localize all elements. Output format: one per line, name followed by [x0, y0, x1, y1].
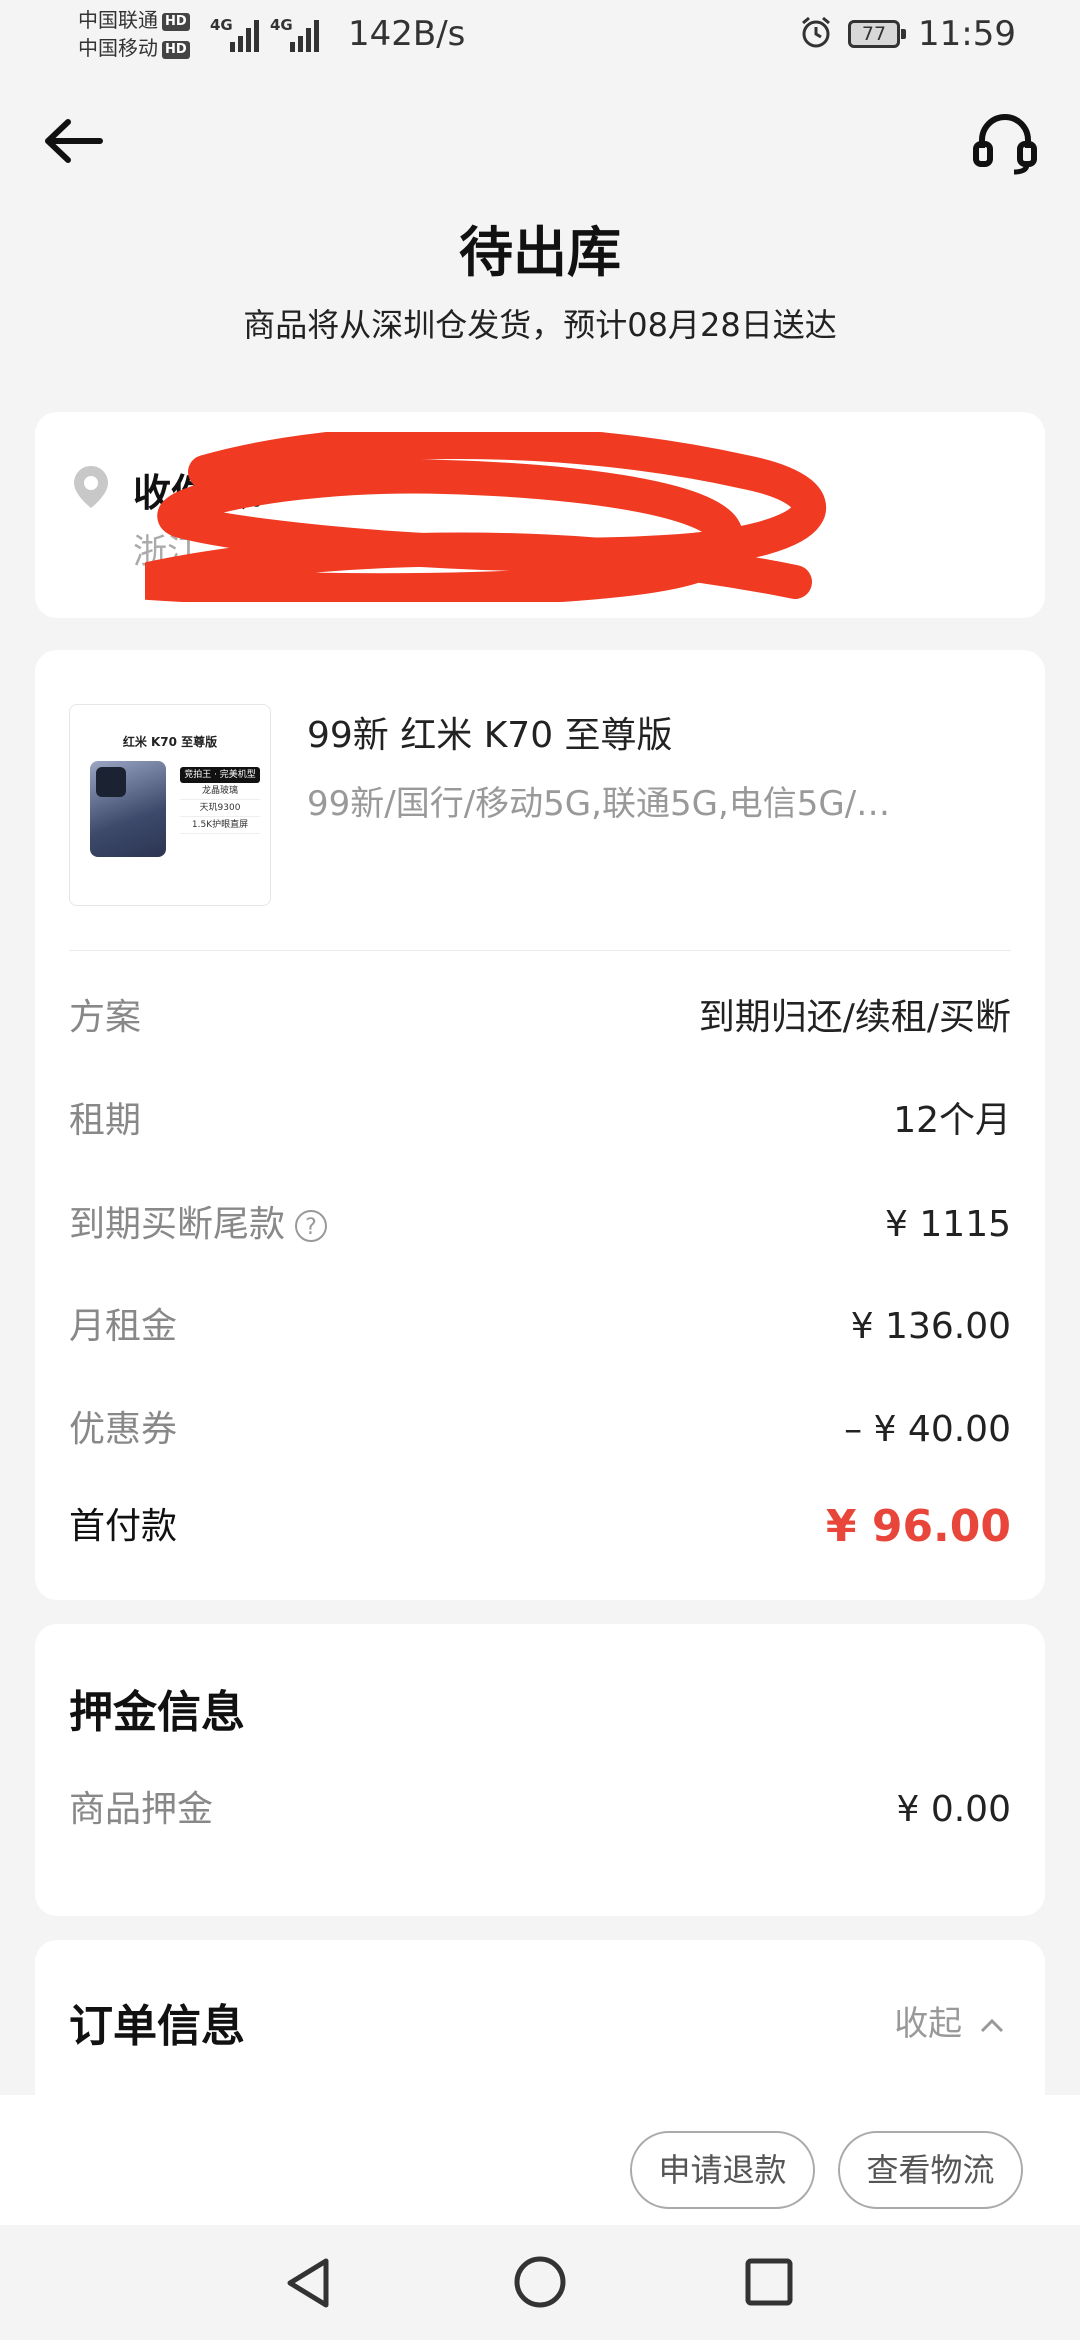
- deposit-row: 商品押金 ¥ 0.00: [69, 1780, 1011, 1840]
- bottom-action-bar: 申请退款 查看物流: [0, 2095, 1080, 2225]
- divider: [69, 950, 1011, 951]
- hd-badge: HD: [162, 12, 190, 31]
- thumbnail-title: 红米 K70 至尊版: [122, 735, 218, 749]
- down-payment-row: 首付款 ¥ 96.00: [69, 1497, 1011, 1557]
- chevron-up-icon: [980, 2018, 1004, 2032]
- deposit-label: 商品押金: [69, 1789, 214, 1830]
- network-speed: 142B/s: [348, 14, 466, 54]
- status-bar: 中国联通 HD 中国移动 HD 4G 4G 142B/s 77 11:59: [0, 0, 1080, 80]
- address-card[interactable]: 收件人： 浙江: [35, 412, 1045, 618]
- carrier-info: 中国联通 HD 中国移动 HD: [78, 6, 190, 62]
- signal-icon: 4G: [210, 16, 264, 52]
- nav-home-icon[interactable]: [513, 2255, 567, 2309]
- product-name[interactable]: 99新 红米 K70 至尊版: [307, 706, 673, 758]
- thumbnail-tag-header: 竞拍王 · 完美机型: [180, 767, 260, 783]
- nav-recents-icon[interactable]: [744, 2257, 794, 2307]
- plan-label: 方案: [69, 997, 142, 1038]
- alarm-icon: [802, 16, 830, 48]
- system-nav-bar: [0, 2225, 1080, 2340]
- customer-service-icon[interactable]: [970, 108, 1040, 178]
- battery-icon: 77: [848, 20, 906, 48]
- plan-row: 方案 到期归还/续租/买断: [69, 988, 1011, 1048]
- coupon-value: – ¥ 40.00: [844, 1409, 1011, 1450]
- thumbnail-tag: 天玑9300: [180, 800, 260, 817]
- collapse-toggle[interactable]: 收起: [894, 1996, 1005, 2045]
- product-spec: 99新/国行/移动5G,联通5G,电信5G/…: [307, 784, 891, 824]
- order-info-title: 订单信息: [69, 2001, 245, 2052]
- buyout-label: 到期买断尾款?: [69, 1195, 328, 1255]
- collapse-label: 收起: [894, 2004, 963, 2044]
- delivery-estimate: 商品将从深圳仓发货，预计08月28日送达: [243, 306, 837, 344]
- buyout-row: 到期买断尾款? ¥ 1115: [69, 1195, 1011, 1255]
- phone-camera: [96, 767, 126, 797]
- hd-badge: HD: [162, 40, 190, 59]
- product-thumbnail[interactable]: 红米 K70 至尊版 竞拍王 · 完美机型 龙晶玻璃 天玑9300 1.5K护眼…: [69, 704, 271, 906]
- clock: 11:59: [918, 14, 1016, 54]
- down-payment-value: ¥ 96.00: [825, 1501, 1011, 1552]
- carrier-2: 中国移动: [78, 36, 158, 60]
- monthly-rent-value: ¥ 136.00: [850, 1306, 1011, 1347]
- location-pin-icon: [74, 466, 108, 508]
- help-icon[interactable]: ?: [295, 1210, 328, 1242]
- deposit-card: 押金信息 商品押金 ¥ 0.00: [35, 1624, 1045, 1916]
- carrier-1: 中国联通: [78, 8, 158, 32]
- thumbnail-tag: 龙晶玻璃: [180, 783, 260, 800]
- order-summary-card: 红米 K70 至尊版 竞拍王 · 完美机型 龙晶玻璃 天玑9300 1.5K护眼…: [35, 650, 1045, 1600]
- monthly-rent-label: 月租金: [69, 1306, 178, 1347]
- thumbnail-tag: 1.5K护眼直屏: [180, 817, 260, 834]
- signal-icon: 4G: [270, 16, 324, 52]
- refund-button[interactable]: 申请退款: [630, 2131, 815, 2209]
- term-value: 12个月: [893, 1100, 1011, 1141]
- monthly-rent-row: 月租金 ¥ 136.00: [69, 1297, 1011, 1357]
- thumbnail-tags: 竞拍王 · 完美机型 龙晶玻璃 天玑9300 1.5K护眼直屏: [180, 767, 260, 849]
- track-logistics-button[interactable]: 查看物流: [838, 2131, 1023, 2209]
- coupon-label: 优惠券: [69, 1409, 178, 1450]
- nav-back-icon[interactable]: [282, 2255, 334, 2311]
- back-arrow-icon[interactable]: [40, 110, 110, 172]
- redaction-scribble: [145, 432, 826, 602]
- plan-value: 到期归还/续租/买断: [698, 997, 1011, 1038]
- coupon-row: 优惠券 – ¥ 40.00: [69, 1400, 1011, 1460]
- page-title: 待出库: [459, 221, 621, 284]
- term-label: 租期: [69, 1100, 142, 1141]
- deposit-title: 押金信息: [69, 1687, 245, 1738]
- buyout-value: ¥ 1115: [885, 1204, 1011, 1245]
- down-payment-label: 首付款: [69, 1506, 178, 1547]
- deposit-value: ¥ 0.00: [896, 1789, 1011, 1830]
- term-row: 租期 12个月: [69, 1091, 1011, 1151]
